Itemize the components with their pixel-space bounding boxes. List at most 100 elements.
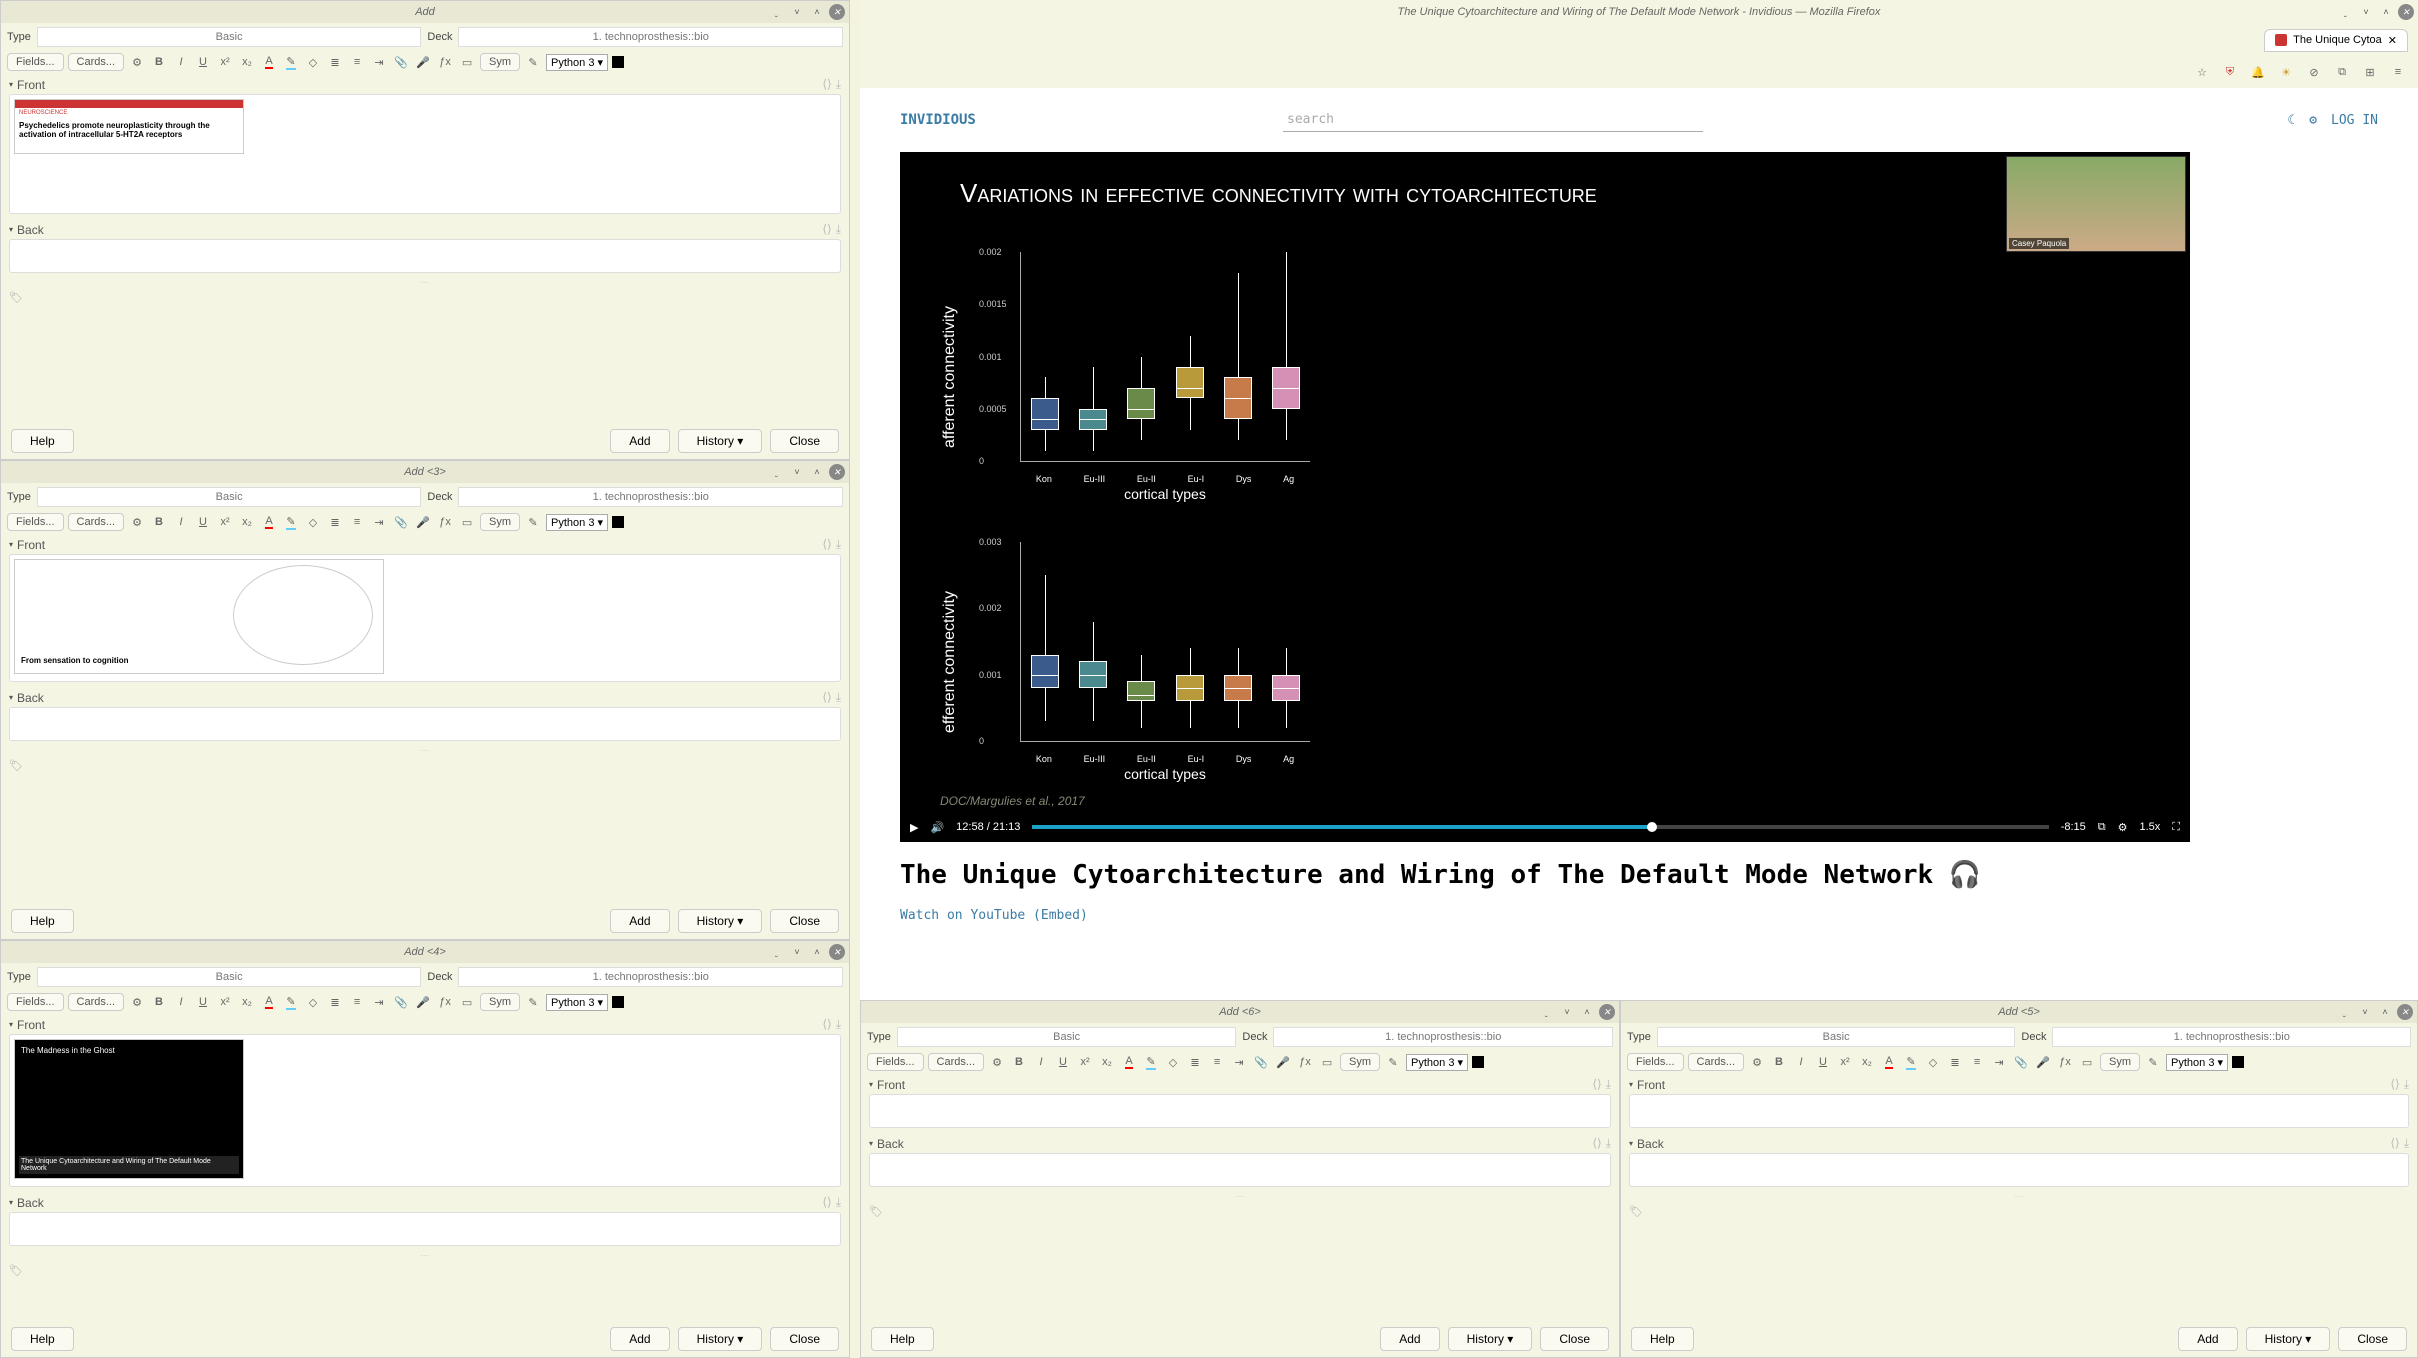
- history-button[interactable]: History ▾: [1448, 1327, 1533, 1351]
- highlight-icon[interactable]: ✎: [282, 53, 300, 71]
- cards-button[interactable]: Cards...: [68, 513, 125, 531]
- down-icon[interactable]: ˅: [789, 4, 805, 20]
- cards-button[interactable]: Cards...: [68, 993, 125, 1011]
- mic-icon[interactable]: 🎤: [414, 53, 432, 71]
- up-icon[interactable]: ˄: [2377, 1004, 2393, 1020]
- add-button[interactable]: Add: [610, 429, 669, 453]
- maximize-up-icon[interactable]: ˄: [2378, 4, 2394, 20]
- collapse-icon[interactable]: ▾: [1629, 1080, 1633, 1089]
- collapse-icon[interactable]: ▾: [9, 540, 13, 549]
- close-button[interactable]: Close: [770, 909, 839, 933]
- attachment-icon[interactable]: 📎: [392, 513, 410, 531]
- close-icon[interactable]: ✕: [1599, 1004, 1615, 1020]
- attachment-icon[interactable]: 📎: [392, 53, 410, 71]
- mic-icon[interactable]: 🎤: [414, 993, 432, 1011]
- tags-field[interactable]: 🏷: [1, 287, 849, 308]
- roll-icon[interactable]: ˬ: [1539, 1004, 1555, 1020]
- window-titlebar[interactable]: Add <5> ˬ ˅ ˄ ✕: [1621, 1001, 2417, 1023]
- ol-icon[interactable]: ≡: [348, 53, 366, 71]
- roll-icon[interactable]: ˬ: [769, 4, 785, 20]
- code-icon[interactable]: ⟨⟩: [822, 1195, 831, 1210]
- resize-handle[interactable]: ⋯: [1, 745, 849, 755]
- history-button[interactable]: History ▾: [678, 429, 763, 453]
- highlight-icon[interactable]: ✎: [282, 993, 300, 1011]
- mic-icon[interactable]: 🎤: [2034, 1053, 2052, 1071]
- gear-icon[interactable]: ⚙: [128, 53, 146, 71]
- gear-icon[interactable]: ⚙: [988, 1053, 1006, 1071]
- download-icon[interactable]: ⊘: [2306, 64, 2322, 80]
- down-icon[interactable]: ˅: [2357, 1004, 2373, 1020]
- highlight2-icon[interactable]: ✎: [1384, 1053, 1402, 1071]
- fields-button[interactable]: Fields...: [7, 993, 64, 1011]
- bold-icon[interactable]: B: [150, 53, 168, 71]
- italic-icon[interactable]: I: [172, 513, 190, 531]
- indent-icon[interactable]: ⇥: [370, 53, 388, 71]
- code-icon[interactable]: ⟨⟩: [1592, 1136, 1601, 1151]
- highlight2-icon[interactable]: ✎: [2144, 1053, 2162, 1071]
- window-titlebar[interactable]: Add ˬ ˅ ˄ ✕: [1, 1, 849, 23]
- pin-icon[interactable]: ⤓: [836, 1017, 841, 1032]
- fx-icon[interactable]: ƒx: [1296, 1053, 1314, 1071]
- sym-button[interactable]: Sym: [2100, 1053, 2140, 1071]
- ul-icon[interactable]: ≣: [1186, 1053, 1204, 1071]
- video-player[interactable]: Variations in effective connectivity wit…: [900, 152, 2190, 842]
- help-button[interactable]: Help: [11, 909, 74, 933]
- cards-button[interactable]: Cards...: [68, 53, 125, 71]
- shield-icon[interactable]: ⛨: [2222, 64, 2238, 80]
- code-color-swatch[interactable]: [612, 56, 624, 68]
- fx-icon[interactable]: ƒx: [2056, 1053, 2074, 1071]
- subscript-icon[interactable]: x₂: [238, 513, 256, 531]
- underline-icon[interactable]: U: [194, 513, 212, 531]
- code-icon[interactable]: ⟨⟩: [2390, 1077, 2399, 1092]
- field-editor[interactable]: [9, 1212, 841, 1246]
- ul-icon[interactable]: ≣: [326, 513, 344, 531]
- window-titlebar[interactable]: Add <6> ˬ ˅ ˄ ✕: [861, 1001, 1619, 1023]
- cloze-icon[interactable]: ▭: [458, 513, 476, 531]
- code-color-swatch[interactable]: [2232, 1056, 2244, 1068]
- window-titlebar[interactable]: Add <4> ˬ ˅ ˄ ✕: [1, 941, 849, 963]
- eraser-icon[interactable]: ◇: [1164, 1053, 1182, 1071]
- mic-icon[interactable]: 🎤: [1274, 1053, 1292, 1071]
- up-icon[interactable]: ˄: [809, 944, 825, 960]
- bold-icon[interactable]: B: [1770, 1053, 1788, 1071]
- close-icon[interactable]: ✕: [829, 4, 845, 20]
- attachment-icon[interactable]: 📎: [1252, 1053, 1270, 1071]
- up-icon[interactable]: ˄: [809, 4, 825, 20]
- search-input[interactable]: search: [1283, 108, 1703, 132]
- highlight2-icon[interactable]: ✎: [524, 53, 542, 71]
- highlight2-icon[interactable]: ✎: [524, 993, 542, 1011]
- resize-handle[interactable]: ⋯: [1, 277, 849, 287]
- indent-icon[interactable]: ⇥: [370, 993, 388, 1011]
- attachment-icon[interactable]: 📎: [2012, 1053, 2030, 1071]
- field-editor[interactable]: From sensation to cognition: [9, 554, 841, 682]
- eraser-icon[interactable]: ◇: [304, 993, 322, 1011]
- cards-button[interactable]: Cards...: [1688, 1053, 1745, 1071]
- field-editor[interactable]: NEUROSCIENCEPsychedelics promote neuropl…: [9, 94, 841, 214]
- underline-icon[interactable]: U: [194, 53, 212, 71]
- ol-icon[interactable]: ≡: [348, 513, 366, 531]
- cloze-icon[interactable]: ▭: [458, 993, 476, 1011]
- resize-handle[interactable]: ⋯: [1621, 1191, 2417, 1201]
- theme-icon[interactable]: ☾: [2287, 113, 2295, 128]
- highlight-icon[interactable]: ✎: [282, 513, 300, 531]
- italic-icon[interactable]: I: [172, 53, 190, 71]
- code-icon[interactable]: ⟨⟩: [2390, 1136, 2399, 1151]
- attachment-icon[interactable]: 📎: [392, 993, 410, 1011]
- pin-icon[interactable]: ⤓: [836, 690, 841, 705]
- bold-icon[interactable]: B: [1010, 1053, 1028, 1071]
- eraser-icon[interactable]: ◇: [304, 513, 322, 531]
- field-editor[interactable]: The Madness in the GhostThe Unique Cytoa…: [9, 1034, 841, 1187]
- code-icon[interactable]: ⟨⟩: [822, 77, 831, 92]
- sym-button[interactable]: Sym: [480, 513, 520, 531]
- volume-icon[interactable]: 🔊: [930, 821, 944, 834]
- fx-icon[interactable]: ƒx: [436, 993, 454, 1011]
- ul-icon[interactable]: ≣: [326, 53, 344, 71]
- fullscreen-icon[interactable]: ⛶: [2172, 821, 2180, 834]
- language-select[interactable]: Python 3 ▾: [546, 994, 608, 1011]
- pin-icon[interactable]: ⤓: [836, 222, 841, 237]
- minimize-icon[interactable]: ˬ: [2338, 4, 2354, 20]
- mic-icon[interactable]: 🎤: [414, 513, 432, 531]
- bell-icon[interactable]: 🔔: [2250, 64, 2266, 80]
- language-select[interactable]: Python 3 ▾: [546, 54, 608, 71]
- deck-select[interactable]: 1. technoprosthesis::bio: [458, 967, 843, 987]
